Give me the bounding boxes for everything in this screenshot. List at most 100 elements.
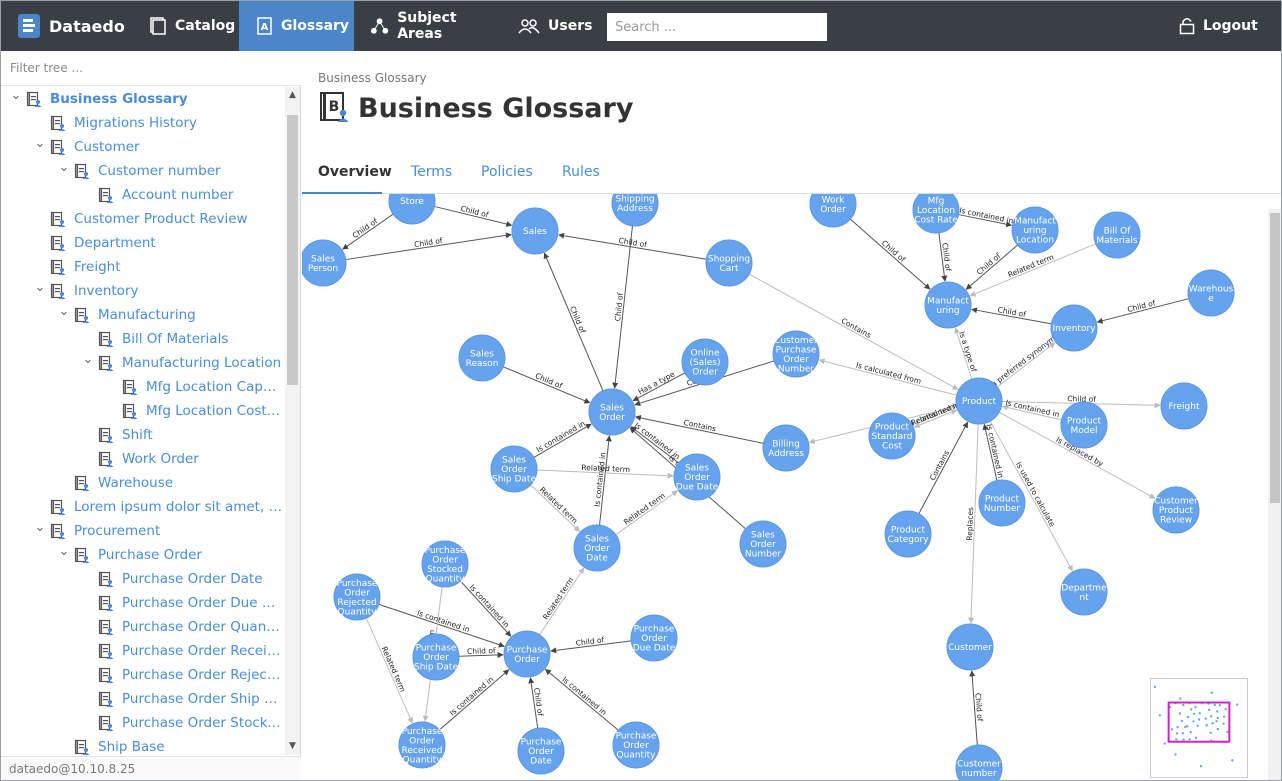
collapse-icon[interactable]: ⌄: [34, 137, 46, 153]
graph-edge[interactable]: Related term: [615, 490, 678, 536]
minimap-viewport[interactable]: [1167, 701, 1231, 743]
graph-node-freight[interactable]: Freight: [1160, 382, 1208, 430]
search-input[interactable]: [607, 13, 827, 41]
graph-edge[interactable]: Child of: [458, 646, 504, 658]
graph-edge[interactable]: Related term: [539, 567, 585, 636]
graph-node-bom[interactable]: Bill OfMaterials: [1093, 211, 1141, 259]
graph-edge[interactable]: Contains: [918, 421, 969, 514]
tree-item[interactable]: Account number: [1, 183, 285, 207]
relationship-graph[interactable]: Child of Child of Child of Child of Child of…: [302, 194, 1281, 781]
graph-node-onlineorder[interactable]: Online(Sales)Order: [681, 338, 729, 386]
graph-edge[interactable]: Child of: [345, 232, 512, 261]
graph-node-billaddr[interactable]: BillingAddress: [762, 424, 810, 472]
tree-item[interactable]: Purchase Order Ship Da...: [1, 687, 285, 711]
nav-users[interactable]: Users: [502, 1, 598, 51]
graph-edge[interactable]: Is contained in: [533, 419, 592, 458]
logout-button[interactable]: Logout: [1165, 1, 1275, 51]
graph-edge[interactable]: Is contained in: [439, 669, 510, 731]
tree-item[interactable]: ⌄ Manufacturing Location: [1, 351, 285, 375]
graph-edge[interactable]: Child of: [434, 204, 513, 227]
collapse-icon[interactable]: ⌄: [34, 281, 46, 297]
graph-minimap[interactable]: [1150, 678, 1248, 778]
graph-node-productmodel[interactable]: ProductModel: [1060, 401, 1108, 449]
tab-rules[interactable]: Rules: [562, 156, 600, 194]
tree-item[interactable]: Shift: [1, 423, 285, 447]
tree-item[interactable]: Freight: [1, 255, 285, 279]
tree-item[interactable]: Migrations History: [1, 111, 285, 135]
tree-item[interactable]: ⌄ Business Glossary: [1, 87, 285, 111]
tree-item[interactable]: ⌄ Manufacturing: [1, 303, 285, 327]
tree-item[interactable]: ⌄ Inventory: [1, 279, 285, 303]
tree-item[interactable]: Purchase Order Stocked...: [1, 711, 285, 735]
graph-node-department[interactable]: Department: [1060, 568, 1108, 616]
graph-edge[interactable]: Child of: [342, 213, 394, 250]
tree-item[interactable]: ⌄ Purchase Order: [1, 543, 285, 567]
filter-tree-input[interactable]: [1, 51, 301, 86]
graph-node-store[interactable]: Store: [388, 194, 436, 225]
graph-node-salesorder[interactable]: SalesOrder: [588, 388, 636, 436]
graph-edge[interactable]: Child of: [1096, 298, 1189, 324]
graph-edge[interactable]: Replaces: [965, 423, 979, 624]
graph-node-warehouse[interactable]: Warehouse: [1187, 269, 1235, 317]
graph-edge[interactable]: Has a type: [632, 369, 685, 402]
collapse-icon[interactable]: ⌄: [34, 521, 46, 537]
graph-node-purchaseorder[interactable]: PurchaseOrder: [503, 630, 551, 678]
graph-node-sales[interactable]: Sales: [511, 207, 559, 255]
tree-item[interactable]: Department: [1, 231, 285, 255]
graph-node-manufacturing[interactable]: Manufacturing: [924, 281, 972, 329]
collapse-icon[interactable]: ⌄: [82, 353, 94, 369]
graph-edge[interactable]: Is contained in: [593, 435, 612, 526]
collapse-icon[interactable]: ⌄: [58, 545, 70, 561]
graph-node-shipaddr[interactable]: ShippingAddress: [611, 194, 659, 227]
tab-terms[interactable]: Terms: [411, 156, 452, 194]
scroll-down-icon[interactable]: ▼: [288, 742, 297, 751]
graph-node-salesreason[interactable]: SalesReason: [458, 334, 506, 382]
tree-item[interactable]: Mfg Location Cost R...: [1, 399, 285, 423]
graph-node-salesperson[interactable]: SalesPerson: [302, 239, 347, 287]
graph-edge[interactable]: Child of: [550, 635, 632, 654]
graph-edge[interactable]: Related term: [530, 484, 581, 532]
nav-subject-areas[interactable]: Subject Areas: [354, 1, 502, 51]
scroll-up-icon[interactable]: ▲: [288, 91, 297, 100]
tree-item[interactable]: Purchase Order Receive...: [1, 639, 285, 663]
graph-edge[interactable]: Child of: [969, 670, 985, 746]
graph-node-product[interactable]: Product: [955, 377, 1003, 425]
tree-item[interactable]: Bill Of Materials: [1, 327, 285, 351]
collapse-icon[interactable]: ⌄: [10, 89, 22, 105]
graph-node-prodcategory[interactable]: ProductCategory: [884, 510, 932, 558]
graph-node-sonumber[interactable]: SalesOrderNumber: [739, 520, 787, 568]
graph-node-poduedate[interactable]: PurchaseOrderDue Date: [630, 614, 678, 662]
graph-edge[interactable]: Is a type of: [954, 327, 979, 380]
graph-node-custnumber[interactable]: Customernumber: [955, 744, 1003, 781]
graph-scrollbar-thumb[interactable]: [1270, 213, 1280, 503]
graph-node-poquantity[interactable]: PurchaseOrderQuantity: [612, 721, 660, 769]
graph-edge[interactable]: Child of: [543, 252, 604, 392]
graph-node-mfgloc[interactable]: ManufacturingLocation: [1011, 206, 1059, 254]
tree-item[interactable]: Purchase Order Date: [1, 567, 285, 591]
graph-scrollbar[interactable]: [1268, 209, 1281, 780]
graph-edge[interactable]: Child of: [558, 232, 707, 260]
tree-item[interactable]: Lorem ipsum dolor sit amet, co...: [1, 495, 285, 519]
graph-node-soshipdate[interactable]: SalesOrderShip Date: [490, 445, 538, 493]
collapse-icon[interactable]: ⌄: [58, 161, 70, 177]
graph-node-customer[interactable]: Customer: [946, 623, 994, 671]
graph-node-poreceived[interactable]: PurchaseOrderReceivedQuantity: [398, 721, 446, 769]
graph-node-workorder[interactable]: WorkOrder: [809, 194, 857, 228]
tree-item[interactable]: Purchase Order Rejecte...: [1, 663, 285, 687]
tree-item[interactable]: ⌄ Customer: [1, 135, 285, 159]
tab-overview[interactable]: Overview: [302, 156, 392, 194]
nav-catalog[interactable]: Catalog: [137, 1, 239, 51]
graph-edge[interactable]: Child of: [965, 244, 1018, 290]
tree-item[interactable]: Customer Product Review: [1, 207, 285, 231]
graph-node-stdcost[interactable]: ProductStandardCost: [868, 412, 916, 460]
graph-edge[interactable]: Is contained in: [907, 400, 962, 429]
graph-edge[interactable]: Child of: [528, 677, 545, 729]
graph-node-prodnumber[interactable]: ProductNumber: [978, 479, 1026, 527]
graph-node-sodate[interactable]: SalesOrderDate: [573, 524, 621, 572]
graph-node-custpo[interactable]: CustomerPurchaseOrderNumber: [772, 330, 820, 378]
graph-edge[interactable]: Related term: [365, 617, 413, 724]
graph-node-poshipdate[interactable]: PurchaseOrderShip Date: [412, 633, 460, 681]
graph-node-podate[interactable]: PurchaseOrderDate: [517, 727, 565, 775]
tab-policies[interactable]: Policies: [481, 156, 533, 194]
app-logo[interactable]: Dataedo: [1, 1, 137, 51]
